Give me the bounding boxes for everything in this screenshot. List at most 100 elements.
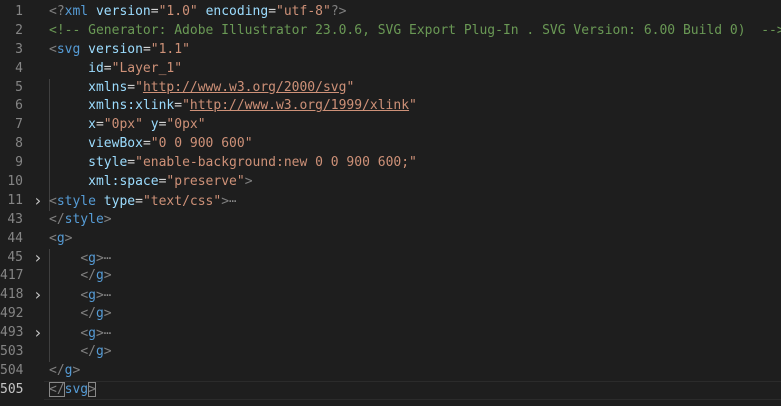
chevron-right-icon[interactable]: › xyxy=(33,285,43,305)
line-code: <?xml version="1.0" encoding="utf-8"?> xyxy=(49,3,346,22)
code-line[interactable]: 7 x="0px" y="0px" xyxy=(0,116,781,135)
string-quote: " xyxy=(150,136,159,152)
string-quote: " xyxy=(346,79,355,95)
code-line[interactable]: 3 <svg version="1.1" xyxy=(0,41,781,60)
url-link: http://www.w3.org/1999/xlink xyxy=(189,98,410,114)
fold-ellipsis[interactable]: ⋯ xyxy=(104,326,111,340)
tag-punctuation: </ xyxy=(80,306,96,322)
line-code: </g> xyxy=(49,267,111,286)
line-code: viewBox="0 0 900 600" xyxy=(49,135,252,154)
line-number: 7 xyxy=(15,117,23,133)
line-number: 5 xyxy=(15,79,23,95)
line-number: 11 xyxy=(7,192,23,208)
tag-name: svg xyxy=(64,381,89,397)
fold-ellipsis[interactable]: ⋯ xyxy=(104,251,111,265)
attribute-value: Layer_1 xyxy=(119,60,175,76)
code-line[interactable]: 492 </g> xyxy=(0,305,781,324)
attribute-value: utf-8 xyxy=(283,4,323,19)
tag-name: g xyxy=(95,344,104,360)
attribute-value: 1.1 xyxy=(158,41,183,57)
tag-punctuation: < xyxy=(80,288,89,304)
code-line[interactable]: 43 </style> xyxy=(0,211,781,230)
code-lines: 1 <?xml version="1.0" encoding="utf-8"?> 2… xyxy=(0,3,781,400)
code-editor[interactable]: 1 <?xml version="1.0" encoding="utf-8"?> 2… xyxy=(0,3,781,400)
tag-punctuation: ?> xyxy=(330,4,347,19)
code-line[interactable]: 2 <!-- Generator: Adobe Illustrator 23.0.… xyxy=(0,22,781,41)
code-line[interactable]: 11 › <style type="text/css">⋯ xyxy=(0,191,781,212)
code-line[interactable]: 4 id="Layer_1" xyxy=(0,60,781,79)
tag-name: g xyxy=(88,326,96,342)
tag-punctuation: </ xyxy=(80,268,96,284)
tag-punctuation: > xyxy=(95,288,104,304)
attribute-name: xmlns:xlink xyxy=(88,98,175,114)
line-number: 9 xyxy=(15,155,23,171)
line-code: <style type="text/css">⋯ xyxy=(49,192,236,212)
equals-sign: = xyxy=(150,4,159,19)
tag-punctuation: </ xyxy=(49,362,65,378)
equals-sign: = xyxy=(127,155,136,171)
code-line[interactable]: 1 <?xml version="1.0" encoding="utf-8"?> xyxy=(0,3,781,22)
code-line[interactable]: 6 xmlns:xlink="http://www.w3.org/1999/xl… xyxy=(0,97,781,116)
attribute-value: enable-background:new 0 0 900 600; xyxy=(142,155,410,171)
line-number: 44 xyxy=(7,230,23,246)
code-line[interactable]: 493 › <g>⋯ xyxy=(0,323,781,344)
string-quote: " xyxy=(236,174,245,190)
attribute-name: y xyxy=(150,117,159,133)
tag-punctuation: > xyxy=(103,211,112,227)
tag-punctuation: > xyxy=(95,250,104,266)
tag-name: g xyxy=(95,268,104,284)
line-code: <g>⋯ xyxy=(49,324,111,344)
attribute-name: xml:space xyxy=(88,174,159,190)
tag-punctuation: > xyxy=(103,344,112,360)
line-number: 505 xyxy=(0,381,24,397)
tag-punctuation: < xyxy=(49,193,57,209)
code-line[interactable]: 10 xml:space="preserve"> xyxy=(0,173,781,192)
tag-name: style xyxy=(56,193,96,209)
string-quote: " xyxy=(197,117,206,133)
line-code: xml:space="preserve"> xyxy=(49,173,253,192)
attribute-name: xmlns xyxy=(88,79,128,95)
chevron-right-icon[interactable]: › xyxy=(33,323,43,343)
attribute-name: type xyxy=(103,193,136,209)
equals-sign: = xyxy=(103,60,112,76)
equals-sign: = xyxy=(95,117,104,133)
fold-ellipsis[interactable]: ⋯ xyxy=(229,194,236,208)
bracket-match: </ xyxy=(49,381,65,397)
tag-punctuation: > xyxy=(244,174,253,190)
line-number: 10 xyxy=(7,174,23,190)
tag-name: g xyxy=(88,288,96,304)
line-code: id="Layer_1" xyxy=(49,60,182,79)
tag-name: xml xyxy=(64,4,89,19)
string-quote: " xyxy=(142,193,151,209)
fold-ellipsis[interactable]: ⋯ xyxy=(104,288,111,302)
tag-punctuation: </ xyxy=(80,344,96,360)
code-line[interactable]: 418 › <g>⋯ xyxy=(0,285,781,305)
string-quote: " xyxy=(135,155,143,171)
line-number: 493 xyxy=(0,325,24,341)
code-line[interactable]: 503 </g> xyxy=(0,343,781,362)
string-quote: " xyxy=(103,117,112,133)
string-quote: " xyxy=(189,4,198,19)
code-line[interactable]: 505 </svg> xyxy=(0,380,781,400)
url-link: http://www.w3.org/2000/svg xyxy=(142,79,347,95)
tag-punctuation: < xyxy=(80,326,89,342)
attribute-value: 1.0 xyxy=(166,4,190,19)
line-code: </g> xyxy=(49,343,112,362)
chevron-right-icon[interactable]: › xyxy=(33,248,43,268)
equals-sign: = xyxy=(174,98,183,114)
code-line[interactable]: 8 viewBox="0 0 900 600" xyxy=(0,135,781,154)
code-line[interactable]: 5 xmlns="http://www.w3.org/2000/svg" xyxy=(0,79,781,98)
equals-sign: = xyxy=(135,193,143,209)
code-line[interactable]: 45 › <g>⋯ xyxy=(0,248,781,268)
code-line[interactable]: 417 </g> xyxy=(0,267,781,286)
line-number: 8 xyxy=(15,136,23,152)
chevron-right-icon[interactable]: › xyxy=(33,191,43,211)
code-line[interactable]: 9 style="enable-background:new 0 0 900 6… xyxy=(0,154,781,173)
attribute-name: viewBox xyxy=(88,136,143,152)
tag-punctuation: < xyxy=(49,41,57,57)
code-line[interactable]: 44 <g> xyxy=(0,230,781,249)
tag-punctuation: </ xyxy=(49,211,65,227)
line-number: 1 xyxy=(15,4,23,19)
tag-punctuation: > xyxy=(72,362,81,378)
code-line[interactable]: 504 </g> xyxy=(0,362,781,381)
